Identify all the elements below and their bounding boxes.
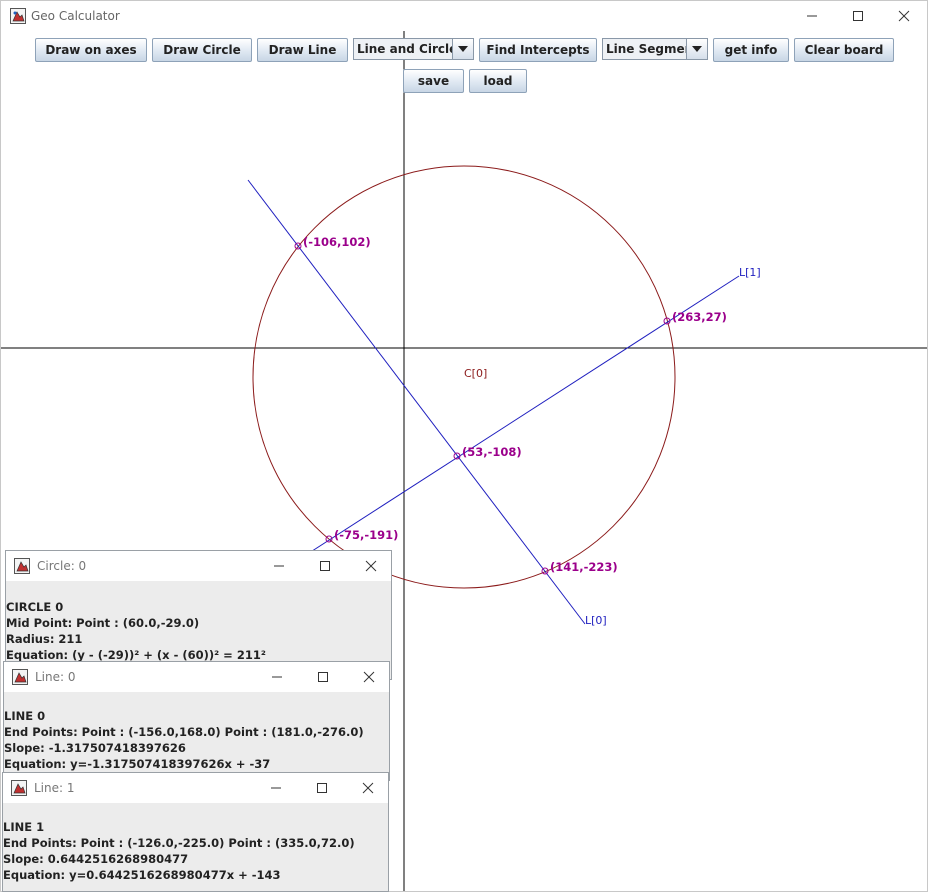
minimize-button[interactable] [256,551,302,581]
minimize-icon [271,787,281,789]
load-button[interactable]: load [469,69,527,93]
close-button[interactable] [345,773,391,803]
close-icon [365,560,377,572]
java-app-icon [11,780,27,796]
line-type-select[interactable]: Line Segment [602,38,708,60]
info-text-line: Slope: 0.6442516268980477 [3,852,189,866]
minimize-button[interactable] [253,773,299,803]
find-intercepts-button[interactable]: Find Intercepts [479,38,597,62]
info-text-line: Equation: y=-1.317507418397626x + -37 [4,757,271,771]
info-text-line: LINE 0 [4,709,46,723]
dropdown-arrow-button[interactable] [686,39,707,59]
close-icon [363,671,375,683]
java-app-icon [14,558,30,574]
title-bar: Geo Calculator [1,1,927,31]
intercept-label: (141,-223) [550,560,618,574]
line-1-info-window: Line: 1 LINE 1 End Points: Point : (-126… [2,772,389,892]
maximize-button[interactable] [300,662,346,692]
close-icon [898,10,910,22]
draw-on-axes-button[interactable]: Draw on axes [35,38,147,62]
intercept-label: (-75,-191) [334,528,398,542]
info-window-title: Line: 1 [34,781,75,795]
line-1-label: L[1] [739,266,761,279]
java-app-icon [12,669,28,685]
info-window-title-bar: Circle: 0 [6,551,391,581]
info-text-line: Slope: -1.317507418397626 [4,741,186,755]
info-text-line: Radius: 211 [6,632,83,646]
intercept-mode-select[interactable]: Line and Circle [353,38,474,60]
maximize-icon [853,11,863,21]
intercept-label: (263,27) [672,310,727,324]
info-window-title: Line: 0 [35,670,76,684]
save-button[interactable]: save [403,69,464,93]
clear-board-button[interactable]: Clear board [794,38,894,62]
dropdown-arrow-button[interactable] [452,39,473,59]
close-icon [362,782,374,794]
maximize-button[interactable] [302,551,348,581]
intercept-mode-value: Line and Circle [357,42,458,56]
close-button[interactable] [348,551,394,581]
minimize-icon [272,676,282,678]
maximize-icon [318,672,328,682]
info-text-line: LINE 1 [3,820,45,834]
window-title: Geo Calculator [31,9,120,23]
chevron-down-icon [692,46,702,52]
info-text-line: End Points: Point : (-156.0,168.0) Point… [4,725,364,739]
intercept-label: (53,-108) [462,445,522,459]
line-0-info-window: Line: 0 LINE 0 End Points: Point : (-156… [3,661,390,781]
info-window-title-bar: Line: 0 [4,662,389,692]
maximize-icon [320,561,330,571]
line-0-label: L[0] [585,614,607,627]
maximize-button[interactable] [299,773,345,803]
maximize-button[interactable] [835,1,881,31]
get-info-button[interactable]: get info [713,38,789,62]
minimize-icon [807,15,817,17]
draw-line-button[interactable]: Draw Line [257,38,348,62]
info-text-line: End Points: Point : (-126.0,-225.0) Poin… [3,836,355,850]
line-type-value: Line Segment [606,42,699,56]
minimize-button[interactable] [254,662,300,692]
info-window-title-bar: Line: 1 [3,773,388,803]
minimize-icon [274,565,284,567]
info-text-line: CIRCLE 0 [6,600,64,614]
intercept-label: (-106,102) [303,235,371,249]
close-button[interactable] [346,662,392,692]
info-text-line: Equation: (y - (-29))² + (x - (60))² = 2… [6,648,266,662]
java-app-icon [10,8,26,24]
draw-circle-button[interactable]: Draw Circle [152,38,252,62]
maximize-icon [317,783,327,793]
info-text-line: Mid Point: Point : (60.0,-29.0) [6,616,200,630]
chevron-down-icon [458,46,468,52]
info-text-line: Equation: y=0.6442516268980477x + -143 [3,868,281,882]
close-button[interactable] [881,1,927,31]
info-window-title: Circle: 0 [37,559,87,573]
minimize-button[interactable] [789,1,835,31]
circle-label: C[0] [464,367,487,380]
